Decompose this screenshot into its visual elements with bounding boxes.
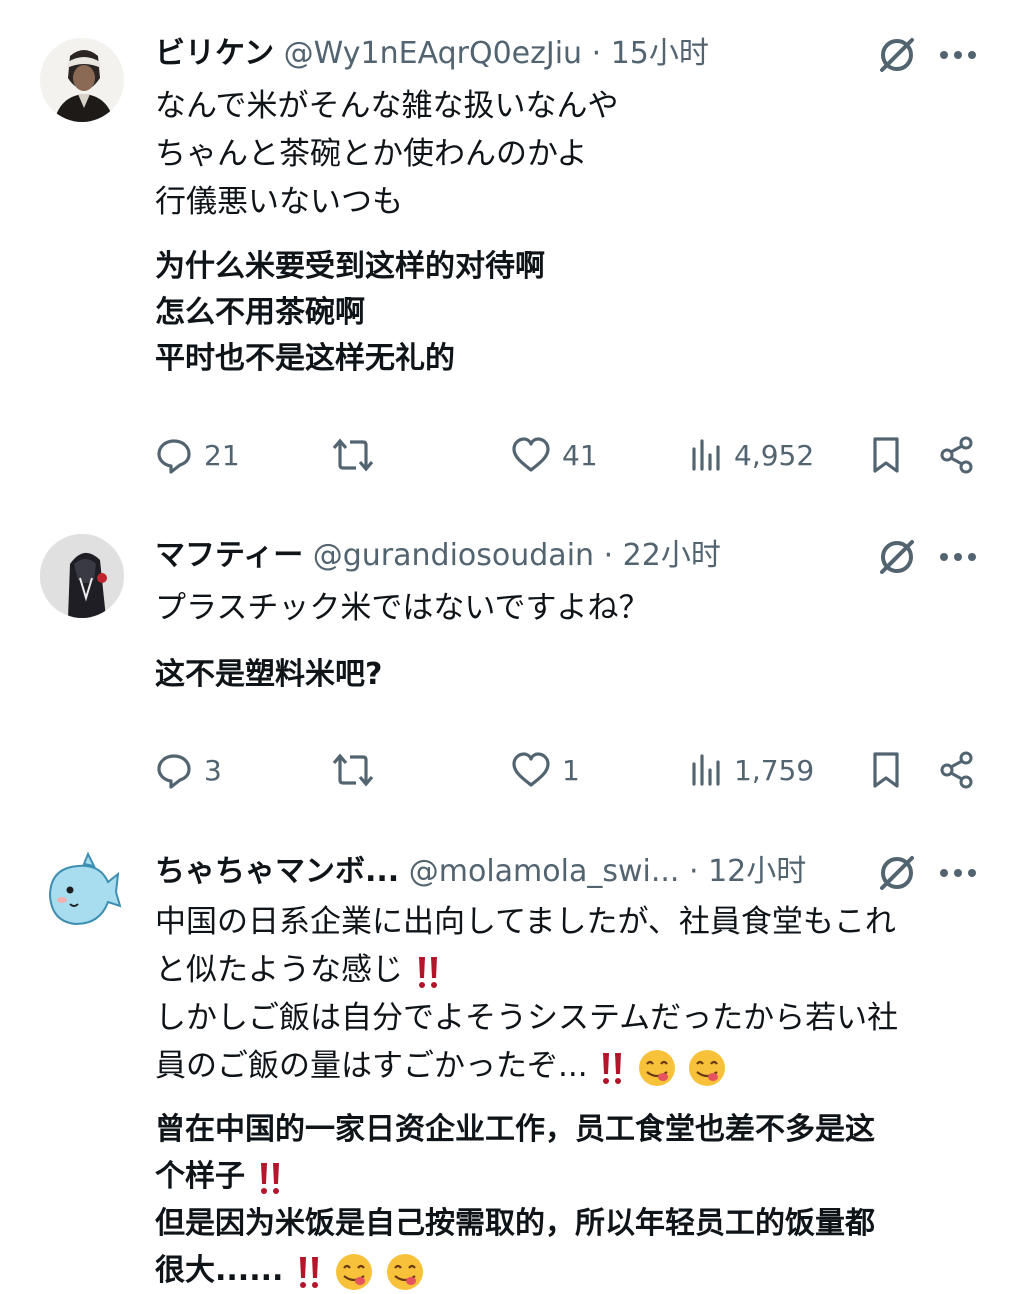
retweet-button[interactable] (330, 430, 386, 480)
author-handle[interactable]: @gurandiosoudain (313, 538, 594, 573)
like-count: 1 (562, 753, 580, 787)
post-time[interactable]: · 12小时 (689, 854, 806, 889)
views-button[interactable]: 1,759 (690, 745, 814, 795)
post-time[interactable]: · 22小时 (604, 538, 721, 573)
retweet-icon (332, 438, 374, 472)
grok-icon[interactable] (876, 34, 918, 76)
double-exclamation-icon (299, 1256, 318, 1288)
post-header: マフティー @gurandiosoudain · 22小时 (155, 534, 870, 578)
post-text-chinese: 曾在中国的一家日资企业工作，员工食堂也差不多是这 个样子 但是因为米饭是自己按需… (155, 1106, 984, 1294)
avatar-icon[interactable] (40, 38, 124, 122)
text-line: 个样子 (155, 1159, 245, 1194)
post-time[interactable]: · 15小时 (592, 36, 709, 71)
text-line-with-emoji: 个样子 (155, 1153, 984, 1200)
post-text-chinese: 这不是塑料米吧? (155, 657, 383, 692)
post-body: 中国の日系企業に出向してましたが、社員食堂もこれ と似たような感じ しかしご飯は… (155, 898, 984, 1294)
grok-icon[interactable] (876, 852, 918, 894)
views-icon (692, 754, 720, 786)
text-line: 曾在中国的一家日资企业工作，员工食堂也差不多是这 (155, 1112, 875, 1147)
reply-count: 21 (204, 438, 240, 472)
bookmark-button[interactable] (868, 745, 904, 795)
author-name[interactable]: マフティー (155, 538, 303, 573)
reply-icon (157, 439, 191, 474)
post-1: ビリケン @Wy1nEAqrQ0ezJiu · 15小时 なんで米がそんな雑な扱… (0, 0, 1020, 500)
text-line: しかしご飯は自分でよそうシステムだったから若い社 (155, 1000, 899, 1036)
view-count: 4,952 (734, 438, 815, 472)
share-icon (940, 436, 973, 474)
view-count: 1,759 (734, 753, 815, 787)
post-header: ビリケン @Wy1nEAqrQ0ezJiu · 15小时 (155, 32, 870, 76)
avatar-icon[interactable] (40, 534, 124, 618)
yum-face-icon (689, 1049, 726, 1086)
retweet-icon (332, 753, 374, 787)
post-body: プラスチック米ではないですよね？ 这不是塑料米吧? (155, 584, 990, 698)
author-name[interactable]: ちゃちゃマンボ... (155, 854, 399, 889)
author-handle[interactable]: @molamola_swi... (409, 854, 680, 889)
post-text-chinese: 为什么米要受到这样的对待啊 怎么不用茶碗啊 平时也不是这样无礼的 (155, 249, 545, 376)
text-line-with-emoji: 員のご飯の量はすごかったぞ... (155, 1042, 984, 1090)
more-icon[interactable] (940, 863, 984, 883)
share-icon (940, 751, 973, 789)
post-header: ちゃちゃマンボ... @molamola_swi... · 12小时 (155, 850, 870, 894)
yum-face-icon (639, 1049, 676, 1086)
like-button[interactable]: 41 (510, 430, 598, 480)
text-line-with-emoji: と似たような感じ (155, 946, 984, 994)
more-icon[interactable] (940, 547, 984, 567)
like-icon (512, 752, 550, 787)
text-line: と似たような感じ (155, 952, 403, 988)
post-3: ちゃちゃマンボ... @molamola_swi... · 12小时 中国の日系… (0, 820, 1020, 1290)
reply-icon (157, 754, 191, 789)
text-line: 很大...... (155, 1253, 284, 1288)
post-text-japanese: なんで米がそんな雑な扱いなんや ちゃんと茶碗とか使わんのかよ 行儀悪いないつも (155, 88, 619, 220)
share-button[interactable] (938, 745, 978, 795)
double-exclamation-icon (261, 1162, 280, 1194)
action-bar: 21 41 4,952 (150, 430, 990, 480)
post-text-japanese: プラスチック米ではないですよね？ (155, 590, 650, 626)
bookmark-button[interactable] (868, 430, 904, 480)
avatar-icon[interactable] (40, 844, 124, 928)
text-line: 中国の日系企業に出向してましたが、社員食堂もこれ (155, 904, 896, 940)
retweet-button[interactable] (330, 745, 386, 795)
double-exclamation-icon (418, 956, 437, 988)
post-2: マフティー @gurandiosoudain · 22小时 プラスチック米ではな… (0, 500, 1020, 820)
text-line-with-emoji: 很大...... (155, 1247, 984, 1294)
bookmark-icon (873, 437, 899, 473)
text-line: 但是因为米饭是自己按需取的，所以年轻员工的饭量都 (155, 1206, 875, 1241)
like-icon (512, 437, 550, 472)
more-icon[interactable] (940, 45, 984, 65)
views-button[interactable]: 4,952 (690, 430, 814, 480)
post-body: なんで米がそんな雑な扱いなんや ちゃんと茶碗とか使わんのかよ 行儀悪いないつも … (155, 82, 990, 382)
grok-icon[interactable] (876, 536, 918, 578)
like-button[interactable]: 1 (510, 745, 580, 795)
reply-count: 3 (204, 753, 222, 787)
views-icon (692, 439, 720, 471)
share-button[interactable] (938, 430, 978, 480)
text-line: 員のご飯の量はすごかったぞ... (155, 1048, 588, 1084)
reply-button[interactable]: 3 (154, 745, 222, 795)
reply-button[interactable]: 21 (154, 430, 240, 480)
author-name[interactable]: ビリケン (155, 36, 274, 71)
double-exclamation-icon (603, 1052, 622, 1084)
bookmark-icon (873, 752, 899, 788)
like-count: 41 (562, 438, 598, 472)
post-text-japanese: 中国の日系企業に出向してましたが、社員食堂もこれ と似たような感じ しかしご飯は… (155, 898, 984, 1090)
action-bar: 3 1 1,759 (150, 745, 990, 795)
author-handle[interactable]: @Wy1nEAqrQ0ezJiu (284, 36, 582, 71)
